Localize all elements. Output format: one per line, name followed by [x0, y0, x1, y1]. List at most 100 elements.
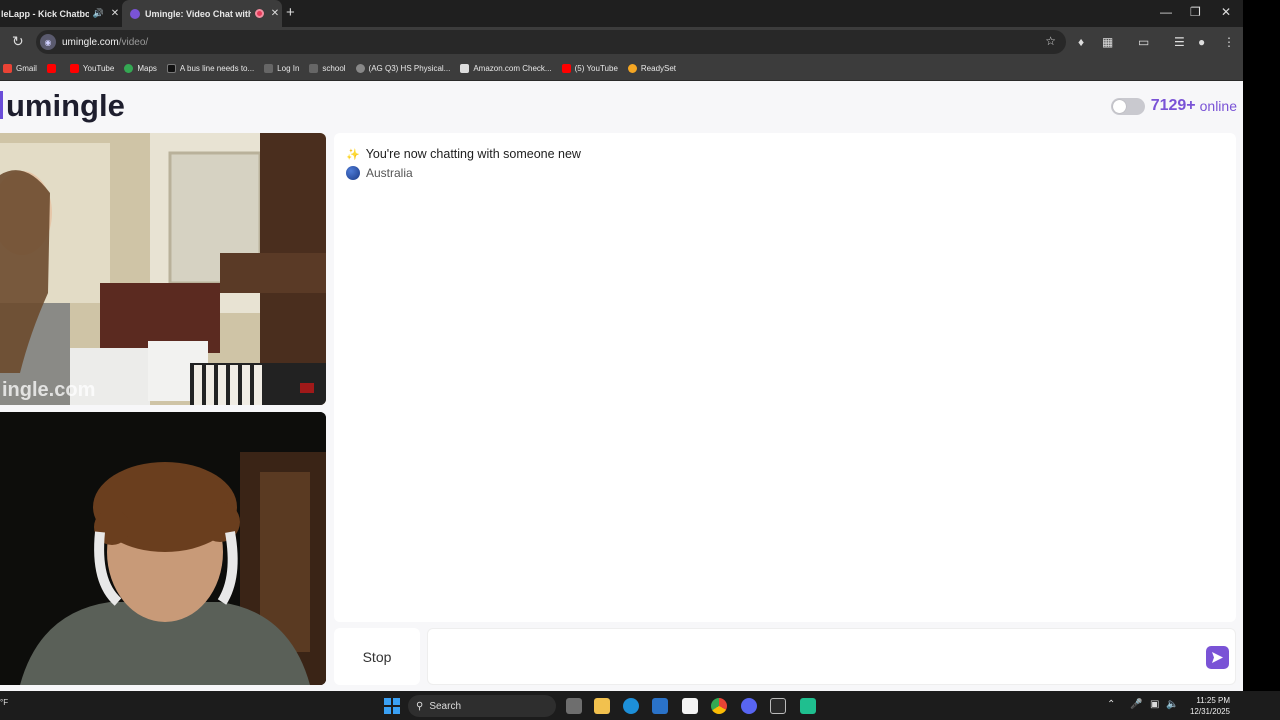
site-info-icon[interactable]: ◉: [40, 34, 56, 50]
chat-country-text: Australia: [366, 166, 413, 180]
browser-window: leLapp - Kick Chatbot a 🔊 ✕ Umingle: Vid…: [0, 0, 1243, 691]
globe-icon: [346, 166, 360, 180]
discord-icon[interactable]: [741, 698, 757, 714]
bookmark-log-in[interactable]: Log In: [264, 64, 299, 73]
globe-icon: [355, 64, 365, 73]
bookmark-hs-physical[interactable]: (AG Q3) HS Physical...: [355, 64, 450, 73]
windows-start-icon[interactable]: [384, 698, 400, 714]
close-tab-icon[interactable]: ✕: [268, 8, 282, 19]
bookmark-gmail[interactable]: Gmail: [3, 64, 37, 73]
chat-status-line: ✨ You're now chatting with someone new: [346, 147, 581, 161]
outlook-icon[interactable]: [652, 698, 668, 714]
site-logo[interactable]: umingle: [6, 88, 125, 124]
bookmark-site-icon: [309, 64, 319, 73]
tab-kick-chatbot[interactable]: leLapp - Kick Chatbot a 🔊 ✕: [0, 0, 122, 27]
chat-country-line: Australia: [346, 166, 413, 180]
site-header: umingle 7129+ online: [0, 81, 1243, 133]
reload-icon[interactable]: ↻: [12, 33, 24, 50]
clock-date: 12/31/2025: [1189, 707, 1230, 716]
tab-umingle[interactable]: Umingle: Video Chat with S ✕: [122, 0, 282, 27]
toggle-knob: [1112, 99, 1126, 113]
stop-button[interactable]: Stop: [334, 628, 420, 685]
bookmarks-bar: Gmail YouTube Maps A bus line needs to..…: [0, 57, 1243, 81]
app-icon[interactable]: [770, 698, 786, 714]
bookmark-amazon[interactable]: Amazon.com Check...: [460, 64, 552, 73]
tab-strip: leLapp - Kick Chatbot a 🔊 ✕ Umingle: Vid…: [0, 0, 1243, 27]
self-video: [0, 412, 326, 685]
bookmark-youtube-icon-only[interactable]: [46, 64, 60, 73]
self-video-scene: [0, 412, 326, 685]
network-icon[interactable]: ▣: [1150, 699, 1159, 710]
volume-icon[interactable]: 🔈: [1166, 699, 1178, 710]
amazon-icon: [460, 64, 470, 73]
taskbar-search[interactable]: ⚲ Search: [408, 695, 556, 717]
search-icon: ⚲: [416, 700, 424, 712]
menu-kebab-icon[interactable]: ⋮: [1223, 35, 1235, 49]
url-host: umingle.com: [62, 36, 119, 48]
umingle-page: umingle 7129+ online ingle.com ✨ You're …: [0, 81, 1243, 691]
chat-status-text: You're now chatting with someone new: [365, 147, 581, 161]
clock-time: 11:25 PM: [1196, 696, 1230, 705]
url-path: /video/: [118, 36, 149, 48]
microphone-icon[interactable]: 🎤: [1130, 699, 1142, 710]
file-explorer-icon[interactable]: [594, 698, 610, 714]
tab-title: Umingle: Video Chat with S: [145, 8, 251, 19]
umingle-favicon-icon: [130, 8, 140, 19]
message-box: [427, 628, 1236, 685]
chat-panel: ✨ You're now chatting with someone new A…: [334, 133, 1236, 622]
profile-icon[interactable]: ●: [1198, 35, 1205, 49]
system-clock[interactable]: 11:25 PM 12/31/2025: [1190, 695, 1230, 717]
taskbar-search-label: Search: [429, 700, 462, 712]
speaker-icon[interactable]: 🔊: [93, 8, 104, 19]
message-input[interactable]: [436, 637, 1196, 677]
bookmark-school[interactable]: school: [309, 64, 346, 73]
sparkle-icon: ✨: [346, 148, 360, 161]
bookmark-site-icon: [264, 64, 274, 73]
bookmark-bus-line[interactable]: A bus line needs to...: [166, 64, 254, 73]
new-tab-icon[interactable]: +: [286, 4, 295, 21]
online-label: online: [1199, 98, 1237, 114]
stranger-video: ingle.com: [0, 133, 326, 405]
maps-pin-icon: [124, 64, 134, 73]
youtube-icon: [69, 64, 79, 73]
app-green-icon[interactable]: [800, 698, 816, 714]
taskbar: °F ⚲ Search ⌃ 🎤 ▣ 🔈 11:25 PM 12/31/2025: [0, 691, 1280, 720]
store-icon[interactable]: [682, 698, 698, 714]
weather-widget[interactable]: °F: [0, 698, 8, 707]
youtube-icon: [46, 64, 56, 73]
recording-icon: [255, 9, 264, 18]
youtube-icon: [561, 64, 571, 73]
tab-title: leLapp - Kick Chatbot a: [1, 8, 89, 19]
cast-icon[interactable]: ▭: [1138, 35, 1149, 49]
theme-toggle[interactable]: [1110, 97, 1145, 115]
media-controls-icon[interactable]: ☰: [1174, 35, 1185, 49]
close-tab-icon[interactable]: ✕: [108, 8, 122, 19]
online-count: 7129+: [1150, 97, 1196, 114]
logo-mark: [0, 91, 3, 119]
bookmark-youtube-5[interactable]: (5) YouTube: [561, 64, 618, 73]
bookmark-site-icon: [166, 64, 176, 73]
bookmark-readyset[interactable]: ReadySet: [627, 64, 676, 73]
bookmark-star-icon[interactable]: ☆: [1045, 34, 1056, 48]
screen: leLapp - Kick Chatbot a 🔊 ✕ Umingle: Vid…: [0, 0, 1280, 720]
browser-toolbar: ↻ ◉ umingle.com /video/ ☆ ♦ ▦ ▭ ☰ ● ⋮: [0, 27, 1243, 57]
bookmark-maps[interactable]: Maps: [124, 64, 157, 73]
edge-icon[interactable]: [623, 698, 639, 714]
close-window-icon[interactable]: ✕: [1221, 5, 1231, 19]
send-icon: [1212, 652, 1223, 663]
gmail-icon: [3, 64, 12, 73]
stranger-video-scene: [0, 133, 326, 405]
video-watermark: ingle.com: [2, 379, 96, 401]
chrome-icon[interactable]: [711, 698, 727, 714]
address-bar[interactable]: ◉ umingle.com /video/ ☆: [36, 30, 1066, 54]
online-indicator: 7129+ online: [1110, 97, 1237, 115]
extension-badge-icon[interactable]: ♦: [1078, 35, 1084, 49]
restore-icon[interactable]: ❐: [1190, 5, 1201, 19]
tray-chevron-icon[interactable]: ⌃: [1107, 699, 1115, 710]
bookmark-youtube[interactable]: YouTube: [69, 64, 114, 73]
extensions-puzzle-icon[interactable]: ▦: [1102, 35, 1113, 49]
send-button[interactable]: [1206, 646, 1229, 669]
readyset-icon: [627, 64, 637, 73]
task-view-icon[interactable]: [566, 698, 582, 714]
minimize-icon[interactable]: —: [1160, 5, 1172, 19]
